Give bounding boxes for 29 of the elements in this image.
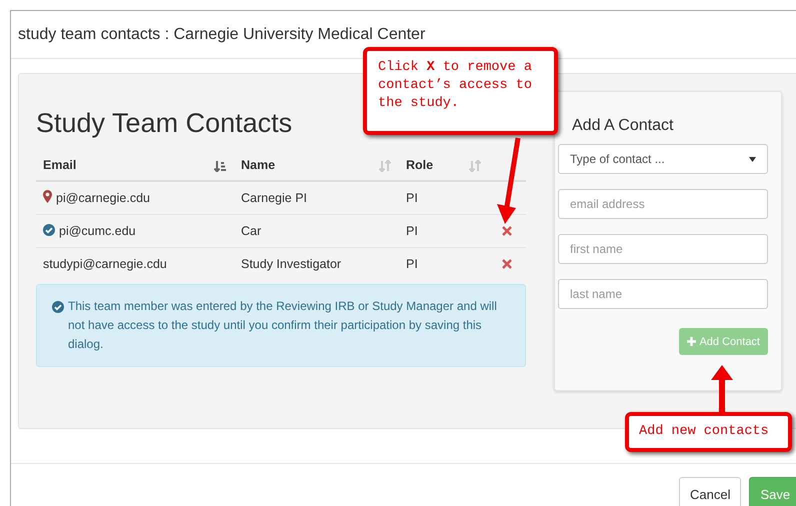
plus-icon bbox=[687, 337, 696, 346]
column-header: Role bbox=[406, 158, 434, 172]
arrow bbox=[710, 364, 734, 412]
name-cell: Study Investigator bbox=[234, 247, 399, 280]
callout-note: Click X to remove a contact’s access to the study. bbox=[363, 47, 558, 135]
window-title: study team contacts : Carnegie University Medical Center bbox=[18, 26, 426, 44]
name-cell: Carnegie PI bbox=[234, 181, 399, 214]
section-title: Study Team Contacts bbox=[36, 108, 294, 139]
role-cell: PI bbox=[399, 181, 489, 214]
input-field[interactable]: email address bbox=[558, 189, 768, 219]
role-cell: PI bbox=[399, 214, 489, 247]
email-cell: pi@carnegie.cdu bbox=[56, 191, 150, 206]
input-field[interactable]: first name bbox=[558, 234, 768, 264]
card-title: Add A Contact bbox=[572, 117, 674, 135]
name-cell: Car bbox=[234, 214, 399, 247]
email-cell: pi@cumc.edu bbox=[59, 224, 136, 238]
notice-text: This team member was entered by the Reviewing IRB or Study Manager and will not have access to the study until you confirm their participation by saving this dialog. bbox=[68, 298, 498, 353]
cancel-button[interactable]: Cancel bbox=[679, 477, 742, 506]
remove-icon[interactable] bbox=[502, 226, 512, 236]
callout-note: Add new contacts bbox=[625, 412, 792, 452]
contact-type-select[interactable]: Type of contact ... bbox=[558, 144, 768, 174]
email-cell: studypi@carnegie.cdu bbox=[43, 256, 167, 271]
column-header: Email bbox=[43, 158, 76, 172]
remove-icon[interactable] bbox=[502, 258, 512, 269]
caret-icon bbox=[749, 156, 756, 162]
role-cell: PI bbox=[399, 247, 489, 280]
input-field[interactable]: last name bbox=[558, 279, 768, 309]
column-header: Name bbox=[241, 158, 276, 172]
check-circle-icon bbox=[52, 301, 64, 313]
